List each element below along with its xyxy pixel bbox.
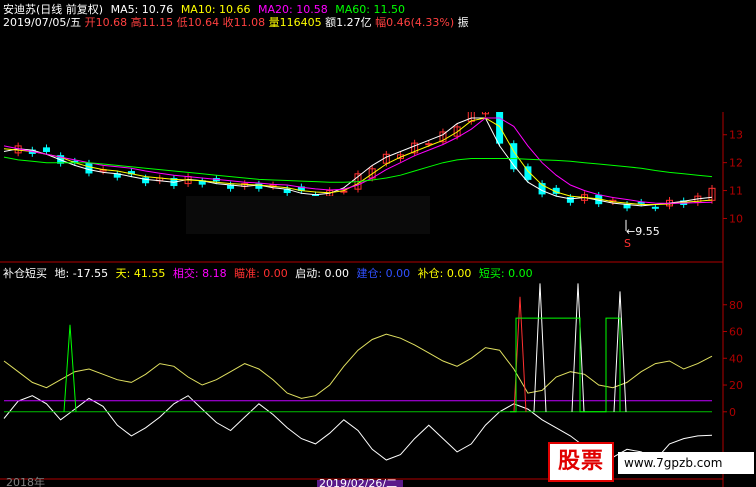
indicator-tick-label: 20 (729, 379, 743, 392)
indicator-tick-label: 40 (729, 352, 743, 365)
indicator-di: 地: -17.55 (54, 267, 109, 280)
indicator-xiangjiao: 相交: 8.18 (172, 267, 227, 280)
low-marker-label: ←9.55 (626, 225, 660, 238)
ma-line-ma5 (3, 117, 713, 207)
signal-spike (533, 283, 547, 412)
x-axis-cursor-date: 2019/02/26/二 (319, 477, 397, 487)
watermark-site: www.7gpzb.com (618, 452, 754, 474)
signal-plateau (510, 317, 621, 413)
sell-signal-label: S (624, 237, 631, 250)
watermark: 股票 www.7gpzb.com (548, 440, 756, 487)
price-tick-label: 10 (729, 212, 743, 225)
occluded-region-2 (186, 196, 430, 234)
indicator-name: 补仓短买 (3, 267, 47, 280)
indicator-duanmai: 短买: 0.00 (478, 267, 533, 280)
watermark-logo: 股票 (548, 442, 614, 482)
indicator-tick-label: 80 (729, 299, 743, 312)
indicator-jiancang: 建仓: 0.00 (356, 267, 411, 280)
indicator-tick-label: 60 (729, 326, 743, 339)
indicator-tian: 天: 41.55 (115, 267, 166, 280)
quote-amplitude: 振 (457, 16, 469, 29)
quote-amount: 额1.27亿 (325, 16, 372, 29)
candle-body (425, 143, 433, 146)
quote-change: 幅0.46(4.33%) (375, 16, 455, 29)
x-axis-start-label: 2018年 (6, 475, 45, 487)
signal-spike (63, 324, 77, 412)
stock-chart-window: 10 11 12 13 0 20 40 60 80 ←9.55 S 2018年 2019/02/26/二… (0, 0, 756, 487)
quote-high: 高11.15 (130, 16, 174, 29)
quote-close: 收11.08 (222, 16, 266, 29)
price-tick-label: 11 (729, 185, 743, 198)
quote-header: 2019/07/05/五 开10.68 高11.15 低10.64 收11.08… (3, 14, 473, 30)
indicator-header: 补仓短买 地: -17.55 天: 41.55 相交: 8.18 瞄准: 0.0… (3, 265, 537, 281)
quote-date: 2019/07/05/五 (3, 16, 82, 29)
indicator-bucang: 补仓: 0.00 (417, 267, 472, 280)
price-tick-label: 12 (729, 157, 743, 170)
candle-body (42, 147, 50, 152)
indicator-diuzhun: 瞄准: 0.00 (234, 267, 288, 280)
quote-open: 开10.68 (84, 16, 128, 29)
indicator-qidong: 启动: 0.00 (295, 267, 349, 280)
candle-body (637, 201, 645, 204)
quote-volume: 量116405 (268, 16, 322, 29)
signal-spike (571, 283, 585, 412)
occluded-region (428, 0, 756, 112)
candle-body (85, 162, 93, 174)
candle-body (651, 206, 659, 209)
indicator-tick-label: 0 (729, 406, 736, 419)
quote-low: 低10.64 (176, 16, 220, 29)
price-tick-label: 13 (729, 129, 743, 142)
